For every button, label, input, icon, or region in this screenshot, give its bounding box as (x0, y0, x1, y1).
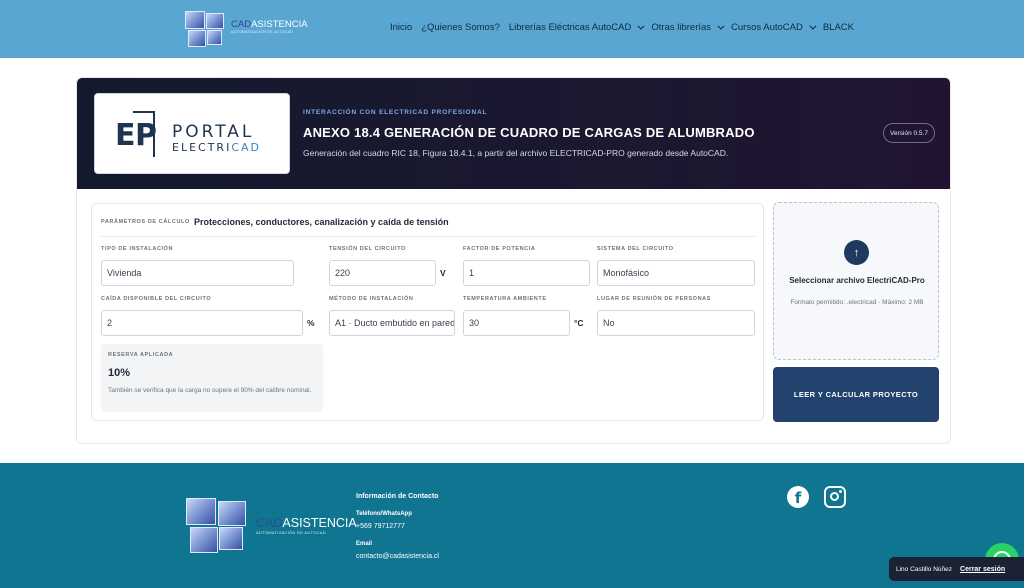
chevron-down-icon (809, 22, 817, 30)
hero-banner: E P PORTAL ELECTRICAD INTERACCIÓN CON EL… (77, 78, 950, 189)
nav-item-inicio[interactable]: Inicio (390, 22, 412, 33)
contact-title: Información de Contacto (356, 493, 439, 500)
nav-item-black[interactable]: BLACK (823, 22, 854, 33)
reunion-select[interactable]: No (597, 310, 755, 336)
reserve-box: RESERVA APLICADA 10% También se verifica… (101, 344, 323, 412)
footer-logo-brand-a: CAD (256, 515, 283, 530)
nav-item-otras-librerias[interactable]: Otras librerías (651, 22, 725, 33)
logo-mark-icon (185, 9, 227, 49)
session-user: Lino Castillo Núñez (896, 565, 953, 573)
footer-logo-brand-b: ASISTENCIA (282, 515, 357, 530)
nav-item-cursos-autocad[interactable]: Cursos AutoCAD (731, 22, 817, 33)
metodo-label: MÉTODO DE INSTALACIÓN (329, 296, 414, 302)
version-badge: Versión 0.5.7 (883, 123, 935, 143)
temperatura-unit: °C (574, 318, 584, 328)
sistema-select[interactable]: Monofásico (597, 260, 755, 286)
reserve-value: 10% (108, 367, 131, 379)
factor-potencia-input[interactable]: 1 (463, 260, 590, 286)
temperatura-label: TEMPERATURA AMBIENTE (463, 296, 547, 302)
top-navigation-bar: CADASISTENCIA AUTOMATIZACIÓN DE AUTOCAD … (0, 0, 1024, 58)
calculation-parameters-panel: PARÁMETROS DE CÁLCULO Protecciones, cond… (91, 203, 764, 421)
factor-potencia-label: FACTOR DE POTENCIA (463, 246, 536, 252)
file-upload-dropzone[interactable]: ↑ Seleccionar archivo ElectriCAD-Pro For… (773, 202, 939, 360)
read-calculate-button[interactable]: LEER Y CALCULAR PROYECTO (773, 367, 939, 422)
tension-unit: V (440, 268, 446, 278)
main-card: E P PORTAL ELECTRICAD INTERACCIÓN CON EL… (76, 77, 951, 444)
tension-label: TENSIÓN DEL CIRCUITO (329, 246, 406, 252)
main-nav: Inicio ¿Quienes Somos? Librerías Eléctri… (390, 22, 854, 33)
hero-kicker: INTERACCIÓN CON ELECTRICAD PROFESIONAL (303, 109, 488, 116)
footer: CADASISTENCIA AUTOMATIZACIÓN DE AUTOCAD … (0, 463, 1024, 588)
portal-logo-text: PORTAL (172, 122, 255, 142)
nav-item-librerias-electricas[interactable]: Librerías Eléctricas AutoCAD (509, 22, 645, 33)
footer-logo-tagline: AUTOMATIZACIÓN DE AUTOCAD (256, 529, 326, 535)
divider (101, 236, 755, 237)
caida-label: CAÍDA DISPONIBLE DEL CIRCUITO (101, 296, 212, 302)
caida-input[interactable]: 2 (101, 310, 303, 336)
logo-brand-a: CAD (231, 18, 252, 30)
logo-brand-b: ASISTENCIA (251, 18, 308, 30)
nav-item-quienes-somos[interactable]: ¿Quienes Somos? (421, 22, 500, 33)
params-title: Protecciones, conductores, canalización … (194, 217, 449, 227)
chevron-down-icon (637, 22, 645, 30)
logo-tagline: AUTOMATIZACIÓN DE AUTOCAD (231, 29, 294, 34)
tipo-instalacion-label: TIPO DE INSTALACIÓN (101, 246, 174, 252)
upload-arrow-icon: ↑ (844, 240, 869, 265)
upload-note: Formato permitido: .electricad · Máximo:… (790, 299, 924, 306)
reunion-label: LUGAR DE REUNIÓN DE PERSONAS (597, 296, 711, 302)
caida-unit: % (307, 318, 315, 328)
email-label: Email (356, 541, 373, 547)
tipo-instalacion-select[interactable]: Vivienda (101, 260, 294, 286)
portal-electricad-logo: E P PORTAL ELECTRICAD (94, 93, 290, 174)
tension-input[interactable]: 220 (329, 260, 436, 286)
electricad-logo-text: ELECTRICAD (172, 141, 262, 154)
email-value[interactable]: contacto@cadasistencia.cl (356, 553, 439, 560)
session-bar: Lino Castillo Núñez Cerrar sesión (889, 557, 1024, 581)
metodo-select[interactable]: A1 · Ducto embutido en pared (329, 310, 455, 336)
temperatura-input[interactable]: 30 (463, 310, 570, 336)
instagram-icon[interactable] (824, 486, 846, 508)
page-title: ANEXO 18.4 GENERACIÓN DE CUADRO DE CARGA… (303, 125, 755, 140)
upload-title: Seleccionar archivo ElectriCAD-Pro (789, 276, 925, 285)
cadasistencia-logo[interactable]: CADASISTENCIA AUTOMATIZACIÓN DE AUTOCAD (185, 9, 308, 49)
phone-label: Teléfono/WhatsApp (356, 511, 412, 517)
reserve-note: También se verifica que la carga no supe… (108, 387, 312, 394)
logout-link[interactable]: Cerrar sesión (960, 566, 1005, 573)
facebook-icon[interactable]: f (787, 486, 809, 508)
phone-value[interactable]: +569 79712777 (356, 523, 405, 530)
logo-mark-icon (186, 496, 250, 554)
page-subtitle: Generación del cuadro RIC 18, Figura 18.… (303, 148, 729, 158)
reserve-label: RESERVA APLICADA (108, 352, 174, 358)
chevron-down-icon (717, 22, 725, 30)
params-kicker: PARÁMETROS DE CÁLCULO (101, 219, 190, 225)
footer-cadasistencia-logo[interactable]: CADASISTENCIA AUTOMATIZACIÓN DE AUTOCAD (186, 496, 357, 554)
sistema-label: SISTEMA DEL CIRCUITO (597, 246, 674, 252)
ep-logo-icon: E P (115, 111, 159, 157)
